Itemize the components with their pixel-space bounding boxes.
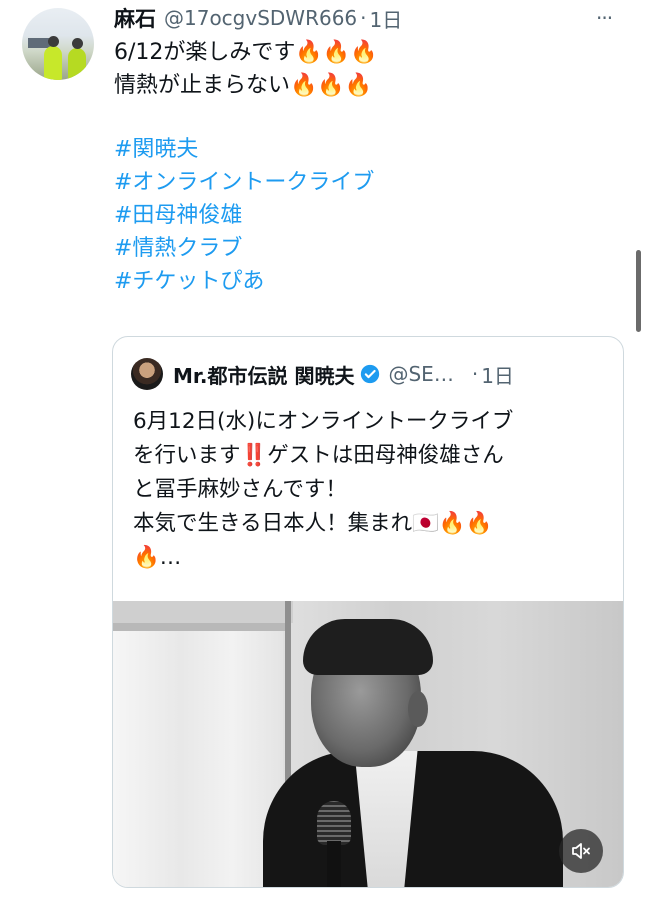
mute-toggle-button[interactable] — [559, 829, 603, 873]
scrollbar-thumb[interactable] — [636, 250, 641, 332]
tweet-text: 6/12が楽しみです🔥🔥🔥 情熱が止まらない🔥🔥🔥 #関暁夫 #オンライントーク… — [114, 36, 624, 298]
video-shelf — [113, 601, 293, 623]
quoted-tweet[interactable]: Mr.都市伝説 関暁夫 @SE… · 1日 6月12日(水)にオンライントークラ… — [112, 336, 624, 888]
quote-text: 6月12日(水)にオンライントークライブ を行います‼️ゲストは田母神俊雄さん … — [133, 405, 613, 575]
separator-dot: · — [471, 362, 479, 386]
video-speaker-hair — [303, 619, 433, 675]
avatar-head-right — [72, 38, 83, 49]
quote-line: 🔥… — [133, 545, 182, 570]
hashtag-link[interactable]: #関暁夫 — [114, 133, 624, 166]
volume-mute-icon — [572, 843, 590, 859]
quote-line: と冨手麻妙さんです！ — [133, 477, 347, 502]
quote-author-name[interactable]: Mr.都市伝説 関暁夫 — [173, 360, 354, 389]
quote-header: Mr.都市伝説 関暁夫 @SE… · 1日 — [131, 357, 514, 391]
tweet-header: 麻石 @17ocgvSDWR666 · 1日 — [114, 2, 402, 34]
quote-line: 6月12日(水)にオンライントークライブ — [133, 409, 514, 434]
quote-line: を行います‼️ゲストは田母神俊雄さん — [133, 443, 504, 468]
quote-author-handle[interactable]: @SE… — [388, 362, 453, 386]
separator-dot: · — [360, 6, 367, 30]
hashtag-link[interactable]: #オンライントークライブ — [114, 166, 624, 199]
video-microphone-stand — [327, 841, 341, 887]
author-avatar[interactable] — [22, 8, 94, 80]
video-backdrop — [113, 631, 283, 887]
avatar-head-left — [48, 36, 59, 47]
quote-video[interactable] — [113, 601, 623, 887]
author-name[interactable]: 麻石 — [114, 3, 156, 33]
hashtag-link[interactable]: #田母神俊雄 — [114, 199, 624, 232]
quote-timestamp[interactable]: 1日 — [481, 360, 514, 389]
quote-line: 本気で生きる日本人！集まれ🇯🇵🔥🔥 — [133, 511, 493, 536]
tweet-line: 6/12が楽しみです🔥🔥🔥 — [114, 40, 378, 65]
quote-author-avatar[interactable] — [131, 358, 163, 390]
video-microphone — [317, 801, 351, 845]
avatar-person-left — [44, 46, 62, 80]
avatar-person-right — [68, 48, 86, 80]
video-speaker-ear — [408, 691, 428, 727]
more-icon[interactable]: ··· — [596, 6, 613, 30]
hashtag-link[interactable]: #チケットぴあ — [114, 265, 624, 298]
verified-badge-icon — [361, 364, 380, 384]
author-handle[interactable]: @17ocgvSDWR666 — [164, 6, 357, 30]
tweet-line: 情熱が止まらない🔥🔥🔥 — [114, 73, 373, 98]
hashtag-link[interactable]: #情熱クラブ — [114, 232, 624, 265]
timestamp[interactable]: 1日 — [370, 4, 403, 33]
video-shelf-edge — [113, 623, 288, 631]
